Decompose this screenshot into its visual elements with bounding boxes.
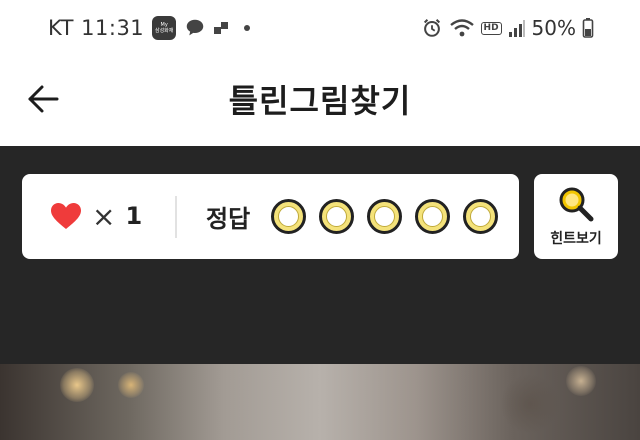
battery-icon bbox=[582, 18, 594, 38]
magnifier-icon bbox=[559, 187, 594, 222]
page-title: 틀린그림찾기 bbox=[228, 82, 412, 120]
signal-icon bbox=[508, 20, 525, 37]
battery-percent: 50% bbox=[531, 16, 576, 40]
carrier-time: KT 11:31 bbox=[48, 16, 145, 40]
alarm-icon bbox=[423, 19, 440, 37]
status-left: KT 11:31 My 삼성화재 bbox=[48, 14, 251, 42]
bokeh-light bbox=[566, 366, 596, 396]
wifi-icon bbox=[449, 19, 474, 37]
app-header: 틀린그림찾기 bbox=[0, 56, 640, 146]
answer-slot bbox=[271, 199, 306, 234]
notification-glyph-icon bbox=[214, 22, 229, 34]
more-notifications-dot bbox=[244, 25, 251, 31]
divider bbox=[175, 196, 177, 238]
bokeh-light bbox=[60, 368, 94, 402]
lives-indicator: × 1 bbox=[50, 196, 142, 236]
samsung-app-icon: My 삼성화재 bbox=[152, 16, 177, 40]
lives-multiplier: × bbox=[92, 199, 116, 233]
answer-slot bbox=[463, 199, 498, 234]
heart-icon bbox=[51, 203, 81, 229]
puzzle-image[interactable] bbox=[0, 364, 640, 440]
answer-slot bbox=[319, 199, 354, 234]
hint-button[interactable]: 힌트보기 bbox=[534, 174, 618, 259]
lives-count: 1 bbox=[125, 202, 143, 230]
talk-icon bbox=[186, 19, 204, 36]
answer-slot bbox=[367, 199, 402, 234]
status-bar: KT 11:31 My 삼성화재 HD 50% bbox=[0, 0, 640, 56]
hd-badge: HD bbox=[480, 21, 502, 35]
answer-slot bbox=[415, 199, 450, 234]
samsung-app-icon-line2: 삼성화재 bbox=[154, 28, 174, 34]
score-card: × 1 정답 bbox=[22, 174, 519, 259]
answer-label: 정답 bbox=[206, 204, 251, 233]
game-panel: × 1 정답 힌트보기 bbox=[0, 146, 640, 364]
bokeh-light bbox=[500, 374, 560, 434]
status-right: HD 50% bbox=[421, 14, 594, 42]
answer-slots bbox=[271, 199, 498, 234]
bokeh-light bbox=[118, 372, 144, 398]
hint-label: 힌트보기 bbox=[550, 231, 602, 247]
